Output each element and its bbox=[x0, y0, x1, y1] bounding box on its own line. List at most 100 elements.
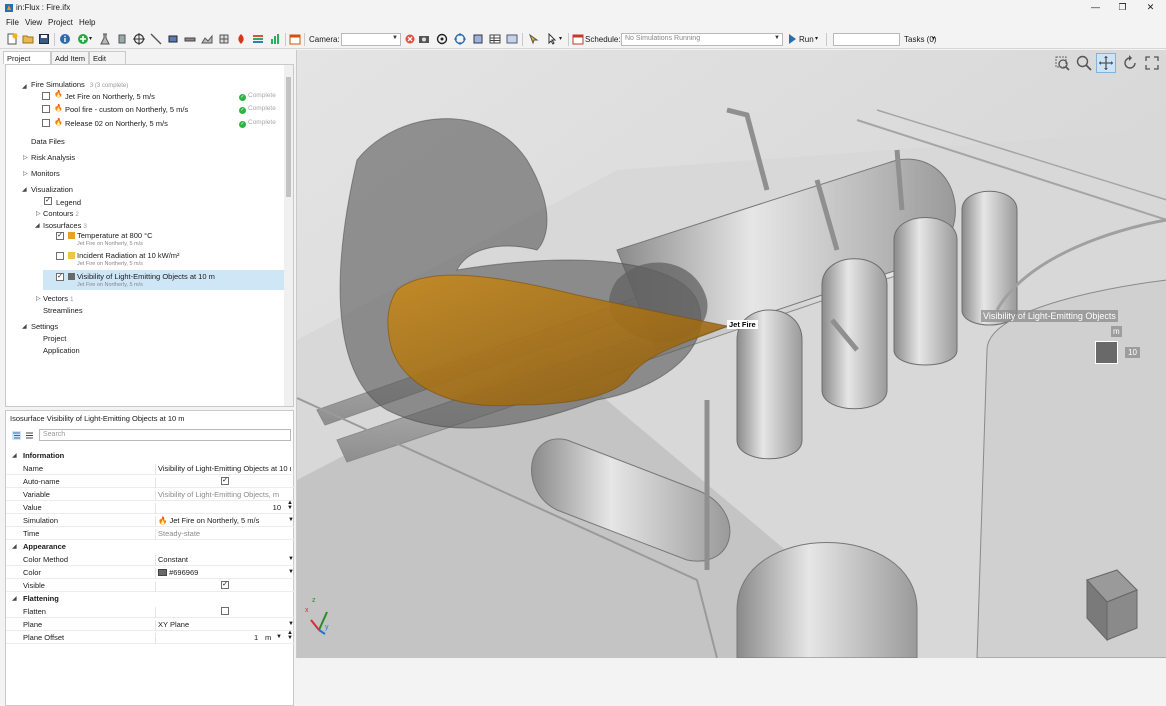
category-information[interactable]: ◢ Information bbox=[6, 449, 295, 462]
tree-contours[interactable]: Contours 2 bbox=[43, 209, 79, 221]
tree-visualization[interactable]: Visualization bbox=[31, 185, 73, 197]
tab-edit-item[interactable]: Edit Item bbox=[89, 51, 126, 72]
sim-3-checkbox[interactable] bbox=[42, 119, 50, 127]
tree-vectors[interactable]: Vectors 1 bbox=[43, 294, 73, 306]
list-view-icon[interactable] bbox=[25, 431, 34, 440]
visible-checkbox[interactable]: ✓ bbox=[221, 581, 229, 589]
value-spinner[interactable]: ▲ ▼ bbox=[287, 500, 293, 511]
sim-1-checkbox[interactable] bbox=[42, 92, 50, 100]
left-panel: Project Items Add Item Edit Item ◢ Fire … bbox=[3, 50, 295, 706]
tree-project[interactable]: Project bbox=[43, 334, 66, 346]
plane-select[interactable]: XY Plane bbox=[155, 620, 291, 631]
box-icon[interactable] bbox=[167, 33, 179, 45]
tree-streamlines[interactable]: Streamlines bbox=[43, 306, 83, 318]
tree-data-files[interactable]: Data Files bbox=[31, 137, 65, 149]
autoname-checkbox[interactable]: ✓ bbox=[221, 477, 229, 485]
legend-checkbox[interactable]: ✓ bbox=[44, 197, 52, 205]
menu-file[interactable]: File bbox=[6, 18, 19, 27]
category-appearance[interactable]: ◢ Appearance bbox=[6, 540, 295, 553]
chart-icon[interactable] bbox=[269, 33, 281, 45]
tree-scrollbar[interactable] bbox=[284, 65, 293, 406]
tab-project-items[interactable]: Project Items bbox=[3, 51, 51, 72]
menu-bar: File View Project Help bbox=[0, 16, 1166, 30]
delete-camera-icon[interactable] bbox=[404, 33, 416, 45]
open-folder-icon[interactable] bbox=[22, 33, 34, 45]
tree-risk-analysis[interactable]: Risk Analysis bbox=[31, 153, 75, 165]
view-icon[interactable] bbox=[472, 33, 484, 45]
pipe-icon[interactable] bbox=[184, 33, 196, 45]
menu-project[interactable]: Project bbox=[48, 18, 73, 27]
save-icon[interactable] bbox=[38, 33, 50, 45]
categorized-view-icon[interactable] bbox=[12, 431, 21, 440]
pan-icon[interactable] bbox=[1098, 55, 1114, 71]
new-file-icon[interactable] bbox=[6, 33, 18, 45]
fullscreen-icon[interactable] bbox=[1144, 55, 1160, 71]
maximize-button[interactable]: ❐ bbox=[1109, 0, 1136, 16]
run-icon[interactable] bbox=[788, 33, 797, 45]
camera-select[interactable]: ▼ bbox=[341, 33, 401, 46]
flame-icon: 🔥 bbox=[158, 516, 168, 525]
sim-2-checkbox[interactable] bbox=[42, 105, 50, 113]
sim-3-label[interactable]: Release 02 on Northerly, 5 m/s bbox=[65, 119, 168, 131]
tree-fire-simulations[interactable]: Fire Simulations 3 (3 complete) bbox=[31, 80, 128, 92]
tree-application[interactable]: Application bbox=[43, 346, 80, 358]
app-icon bbox=[5, 4, 13, 12]
camera-icon[interactable] bbox=[418, 33, 430, 45]
line-icon[interactable] bbox=[150, 33, 162, 45]
flask-icon[interactable] bbox=[99, 33, 111, 45]
select-tool-icon[interactable] bbox=[546, 33, 558, 45]
zoom-icon[interactable] bbox=[1076, 55, 1092, 71]
flatten-checkbox[interactable] bbox=[221, 607, 229, 615]
zoom-extents-icon[interactable] bbox=[1054, 55, 1070, 71]
menu-view[interactable]: View bbox=[25, 18, 42, 27]
fire-icon[interactable] bbox=[235, 33, 247, 45]
target-icon[interactable] bbox=[133, 33, 145, 45]
name-field[interactable]: Visibility of Light-Emitting Objects at … bbox=[155, 464, 291, 475]
sim-2-status: ✓ Complete bbox=[239, 105, 276, 114]
color-select[interactable]: #696969 bbox=[155, 568, 291, 579]
toolbar-search-input[interactable] bbox=[833, 33, 900, 46]
sim-2-label[interactable]: Pool fire - custom on Northerly, 5 m/s bbox=[65, 105, 188, 117]
tree-monitors[interactable]: Monitors bbox=[31, 169, 60, 181]
plane-offset-spinner[interactable]: ▲ ▼ bbox=[287, 630, 293, 641]
close-button[interactable]: ✕ bbox=[1137, 0, 1164, 16]
sim-1-label[interactable]: Jet Fire on Northerly, 5 m/s bbox=[65, 92, 155, 104]
info-icon[interactable] bbox=[59, 33, 71, 45]
layers-icon[interactable] bbox=[252, 33, 264, 45]
simulation-select[interactable]: 🔥 Jet Fire on Northerly, 5 m/s bbox=[155, 516, 291, 527]
run-button[interactable]: Run bbox=[799, 35, 814, 44]
check-icon: ✓ bbox=[239, 107, 246, 114]
terrain-icon[interactable] bbox=[201, 33, 213, 45]
rotate-icon[interactable] bbox=[1122, 55, 1138, 71]
pointer-tool-icon[interactable] bbox=[528, 33, 540, 45]
grid-icon[interactable] bbox=[218, 33, 230, 45]
3d-viewport[interactable]: Jet Fire Visibility of Light-Emitting Ob… bbox=[296, 50, 1166, 658]
schedule-select[interactable]: No Simulations Running ▼ bbox=[621, 33, 783, 46]
panel-icon[interactable] bbox=[506, 33, 518, 45]
cylinder-icon[interactable] bbox=[116, 33, 128, 45]
value-field[interactable]: 10 bbox=[155, 503, 291, 514]
plane-offset-field[interactable]: 1 bbox=[254, 633, 258, 642]
plane-offset-unit[interactable]: m bbox=[265, 633, 271, 642]
table-icon[interactable] bbox=[489, 33, 501, 45]
add-item-icon[interactable] bbox=[77, 33, 89, 45]
iso-3-checkbox[interactable]: ✓ bbox=[56, 273, 64, 281]
prop-flatten: Flatten bbox=[6, 605, 295, 618]
calendar-icon[interactable] bbox=[289, 33, 301, 45]
iso-1-checkbox[interactable]: ✓ bbox=[56, 232, 64, 240]
iso-2-checkbox[interactable] bbox=[56, 252, 64, 260]
flame-icon: 🔥 bbox=[54, 105, 63, 112]
category-flattening[interactable]: ◢ Flattening bbox=[6, 592, 295, 605]
iso-3-swatch bbox=[68, 273, 75, 280]
minimize-button[interactable]: — bbox=[1082, 0, 1109, 16]
prop-color: Color #696969 ▼ bbox=[6, 566, 295, 579]
menu-help[interactable]: Help bbox=[79, 18, 95, 27]
properties-search-input[interactable]: Search bbox=[39, 429, 291, 441]
color-method-select[interactable]: Constant bbox=[155, 555, 291, 566]
orbit-icon[interactable] bbox=[436, 33, 448, 45]
tree-settings[interactable]: Settings bbox=[31, 322, 58, 334]
focus-icon[interactable] bbox=[454, 33, 466, 45]
tab-add-item[interactable]: Add Item bbox=[51, 51, 89, 64]
project-tree: ◢ Fire Simulations 3 (3 complete) 🔥 Jet … bbox=[5, 64, 294, 407]
variable-field: Visibility of Light-Emitting Objects, m bbox=[155, 490, 291, 501]
